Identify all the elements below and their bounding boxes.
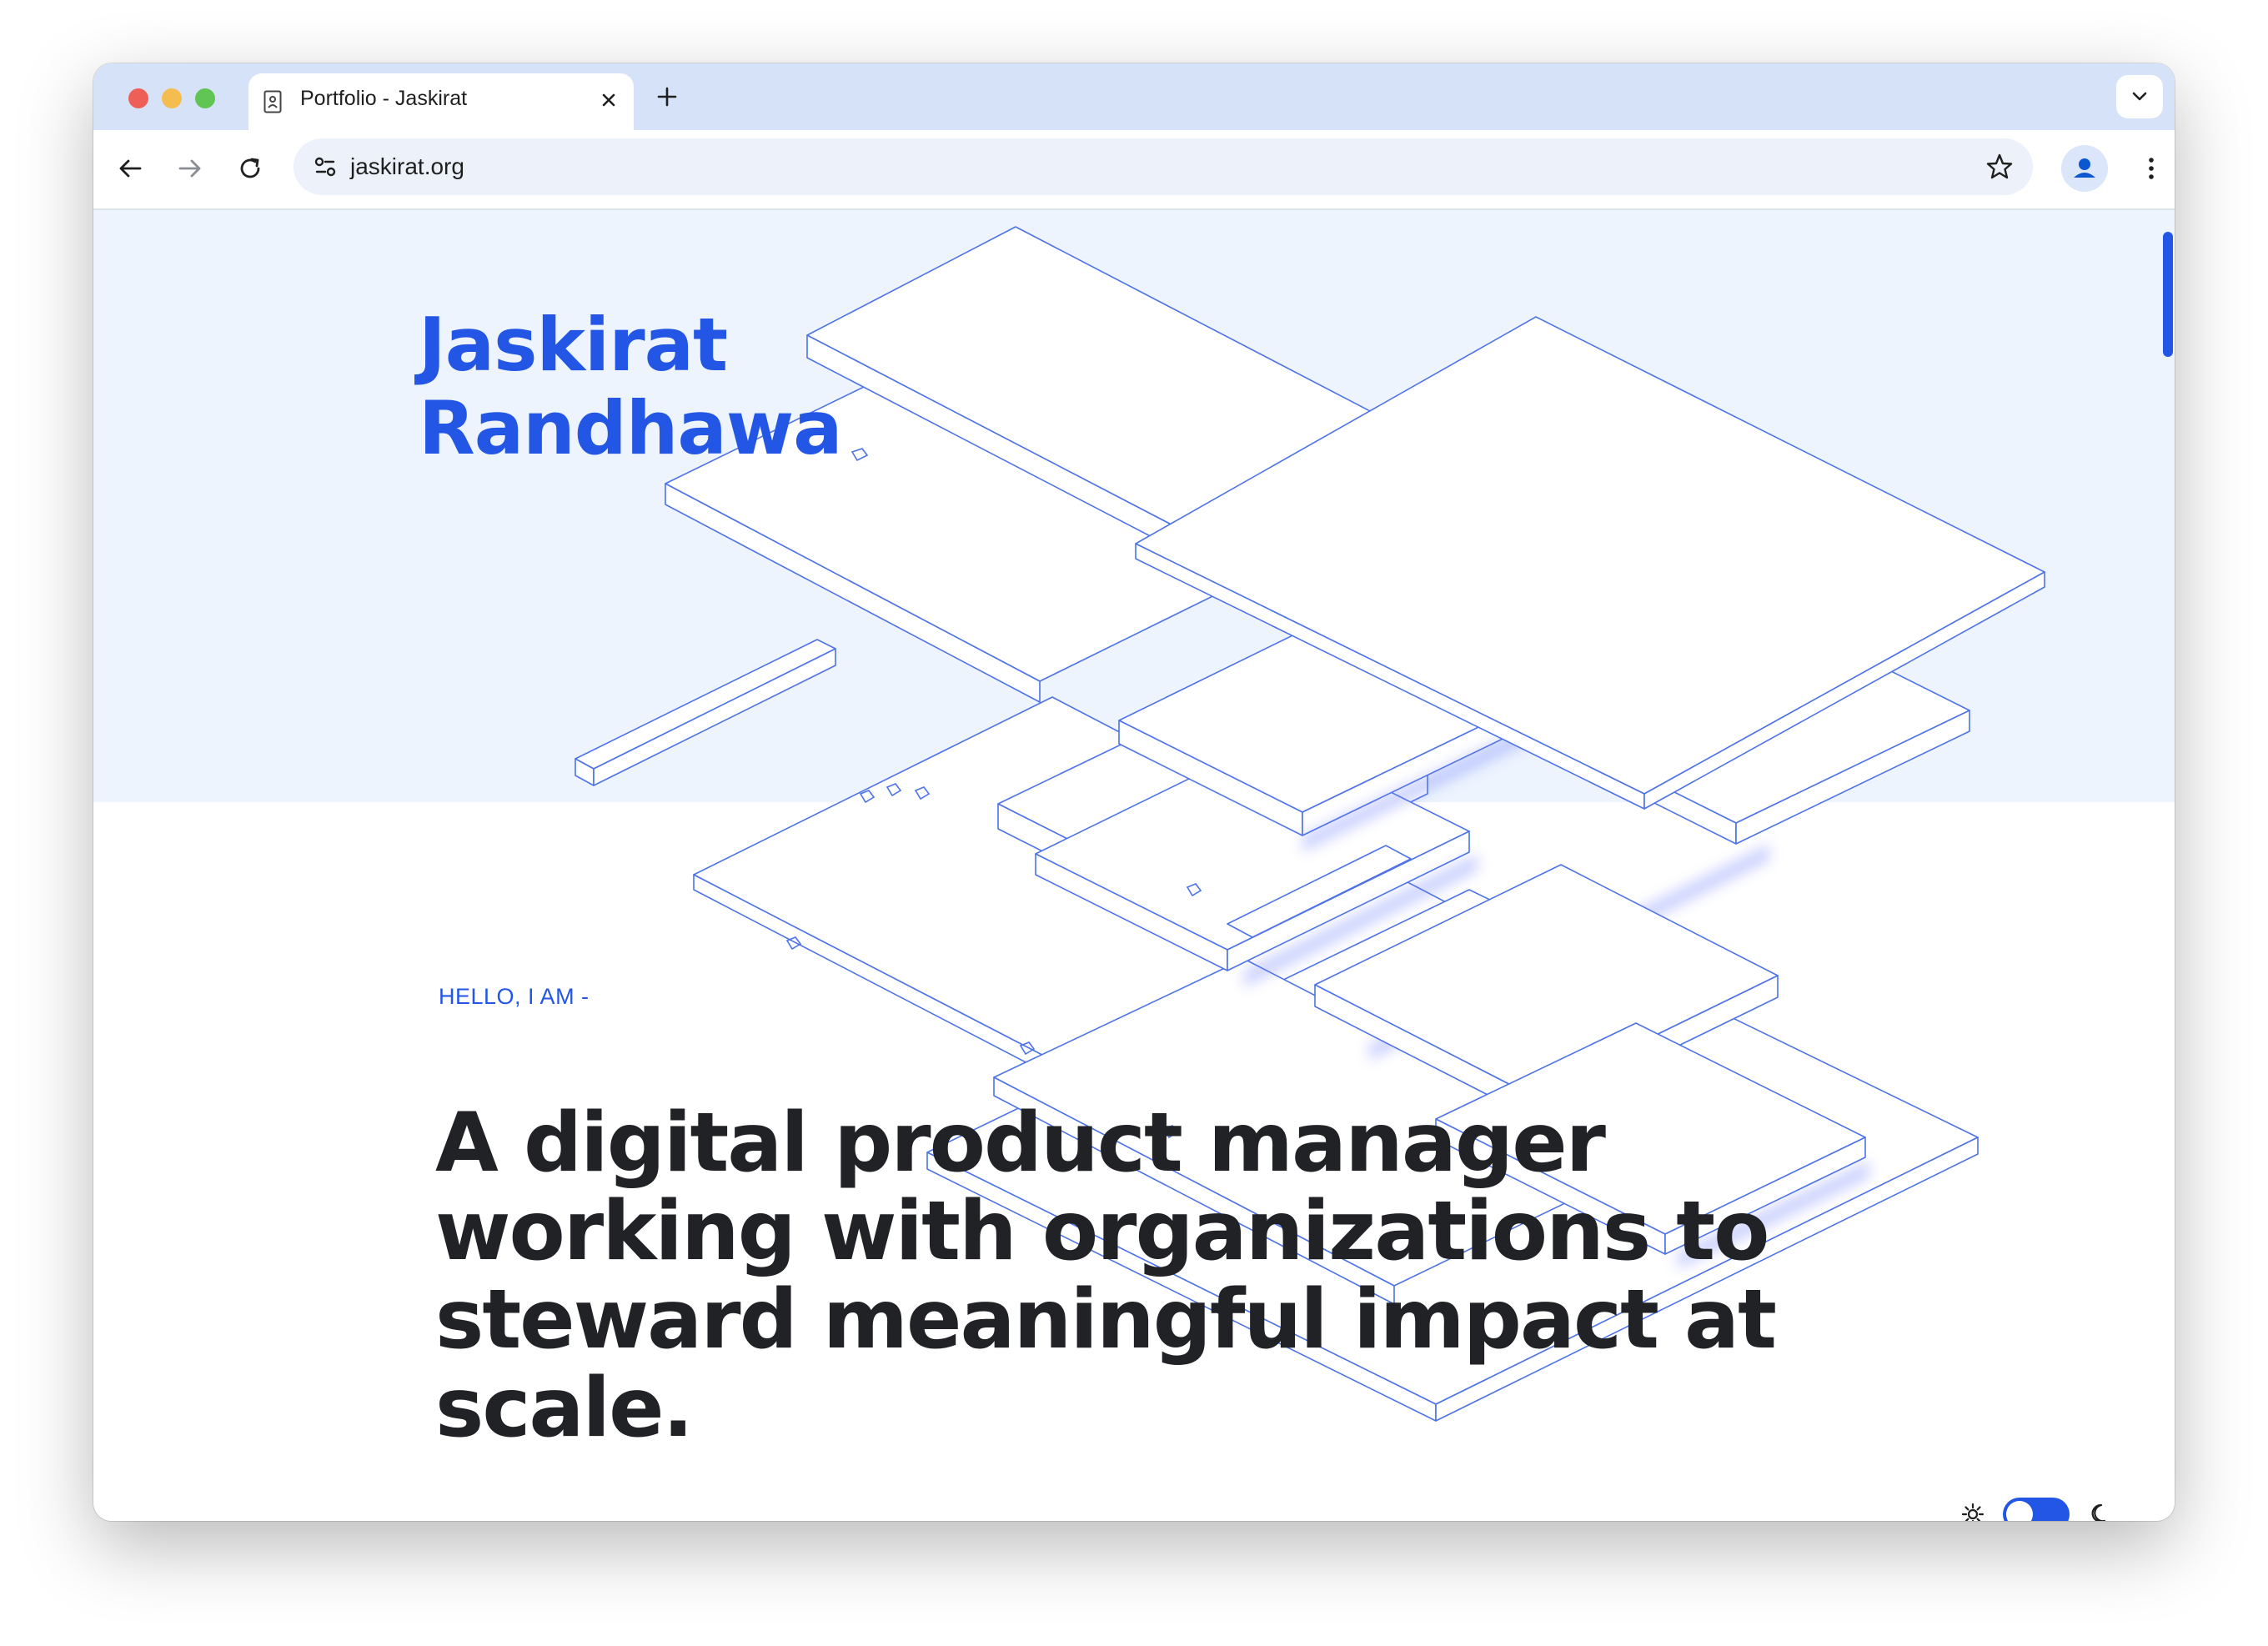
page-viewport: Jaskirat Randhawa HELLO, I AM - A digita… (93, 210, 2175, 1521)
more-menu-icon[interactable] (2135, 152, 2168, 185)
profile-icon (2074, 158, 2095, 178)
tab-title: Portfolio - Jaskirat (300, 87, 468, 110)
site-title: Jaskirat Randhawa (419, 304, 842, 470)
address-bar[interactable]: jaskirat.org (294, 138, 2033, 195)
name-first: Jaskirat (419, 302, 728, 388)
reload-icon[interactable] (233, 152, 267, 185)
tab-search-button[interactable] (2116, 75, 2163, 118)
window-minimize-button[interactable] (162, 88, 182, 108)
active-tab[interactable]: Portfolio - Jaskirat (248, 73, 634, 132)
scrollbar-thumb[interactable] (2163, 232, 2173, 357)
intro-label: HELLO, I AM - (439, 984, 590, 1009)
site-info-icon[interactable] (305, 147, 345, 187)
tab-strip: Portfolio - Jaskirat (93, 63, 2175, 132)
close-tab-icon[interactable] (597, 88, 620, 112)
hero-headline: A digital product manager working with o… (435, 1096, 1777, 1456)
name-last: Randhawa (419, 385, 842, 471)
theme-switch (1959, 1494, 2126, 1521)
new-tab-icon[interactable] (652, 82, 682, 112)
window-close-button[interactable] (128, 88, 148, 108)
moon-icon (2091, 1503, 2106, 1521)
star-icon[interactable] (1984, 152, 2015, 182)
browser-toolbar: jaskirat.org (93, 130, 2175, 210)
favicon-icon (263, 90, 282, 113)
dark-mode-toggle[interactable] (2003, 1498, 2070, 1521)
sun-icon (1961, 1503, 1984, 1521)
profile-button[interactable] (2061, 145, 2108, 192)
forward-arrow-icon[interactable] (173, 152, 207, 185)
back-arrow-icon[interactable] (113, 152, 147, 185)
toggle-knob (2006, 1501, 2033, 1521)
chevron-down-icon (2132, 92, 2147, 101)
url-text[interactable]: jaskirat.org (350, 138, 464, 195)
browser-window: Portfolio - Jaskirat jaskirat.org Jaskir… (93, 63, 2175, 1521)
window-maximize-button[interactable] (195, 88, 215, 108)
